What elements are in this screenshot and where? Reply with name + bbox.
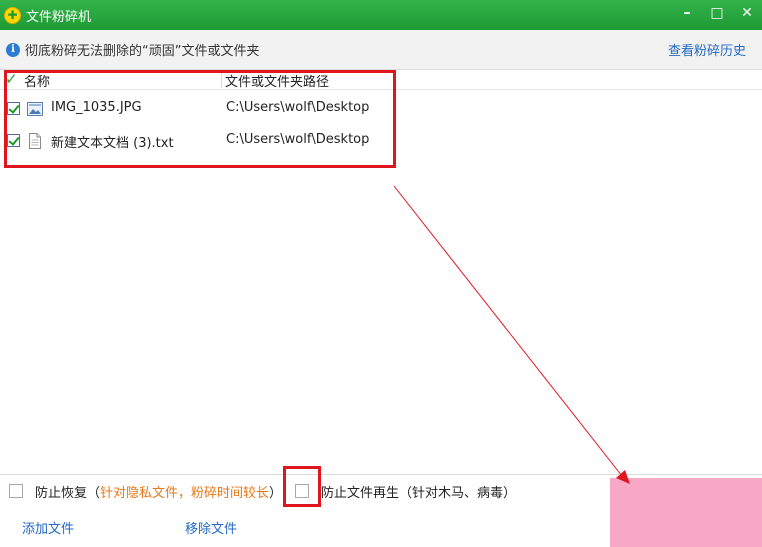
pink-overlay-block <box>610 478 762 547</box>
image-file-icon <box>27 102 43 116</box>
title-bar: ✚ 文件粉碎机 – □ ✕ <box>0 0 762 30</box>
file-path: C:\Users\wolf\Desktop <box>226 100 370 115</box>
prevent-recovery-label[interactable]: 防止恢复（针对隐私文件，粉碎时间较长） <box>35 482 282 501</box>
add-file-button[interactable]: 添加文件 <box>22 518 74 537</box>
window-controls: – □ ✕ <box>672 0 762 26</box>
select-all-checkbox[interactable]: ✓ <box>5 71 18 88</box>
table-header: ✓ 名称 文件或文件夹路径 <box>0 70 762 90</box>
file-path: C:\Users\wolf\Desktop <box>226 132 370 147</box>
file-name: 新建文本文档 (3).txt <box>51 136 174 151</box>
minimize-button[interactable]: – <box>672 0 702 26</box>
remove-file-button[interactable]: 移除文件 <box>185 518 237 537</box>
column-header-path[interactable]: 文件或文件夹路径 <box>225 71 329 90</box>
file-name: IMG_1035.JPG <box>51 100 142 115</box>
column-header-name[interactable]: 名称 <box>24 71 50 90</box>
table-row[interactable]: 新建文本文档 (3).txt C:\Users\wolf\Desktop <box>0 125 762 157</box>
info-icon: i <box>6 42 20 57</box>
row-checkbox[interactable] <box>7 102 20 115</box>
row-checkbox[interactable] <box>7 134 20 147</box>
prevent-regen-label[interactable]: 防止文件再生（针对木马、病毒） <box>321 482 516 501</box>
prevent-recovery-text: 防止恢复（ <box>35 486 101 501</box>
app-logo-icon: ✚ <box>4 6 21 24</box>
column-divider[interactable] <box>221 72 222 88</box>
prevent-regen-checkbox[interactable] <box>295 484 309 498</box>
info-bar: i 彻底粉碎无法删除的“顽固”文件或文件夹 查看粉碎历史 <box>0 30 762 70</box>
view-history-link[interactable]: 查看粉碎历史 <box>668 40 746 59</box>
window-title: 文件粉碎机 <box>26 9 92 25</box>
text-file-icon <box>29 133 41 149</box>
prevent-recovery-note: 针对隐私文件，粉碎时间较长 <box>100 486 270 501</box>
prevent-recovery-close: ） <box>269 486 283 501</box>
maximize-button[interactable]: □ <box>702 0 732 26</box>
table-row[interactable]: IMG_1035.JPG C:\Users\wolf\Desktop <box>0 93 762 125</box>
close-button[interactable]: ✕ <box>732 0 762 26</box>
info-text: 彻底粉碎无法删除的“顽固”文件或文件夹 <box>25 44 260 59</box>
prevent-recovery-checkbox[interactable] <box>9 484 23 498</box>
